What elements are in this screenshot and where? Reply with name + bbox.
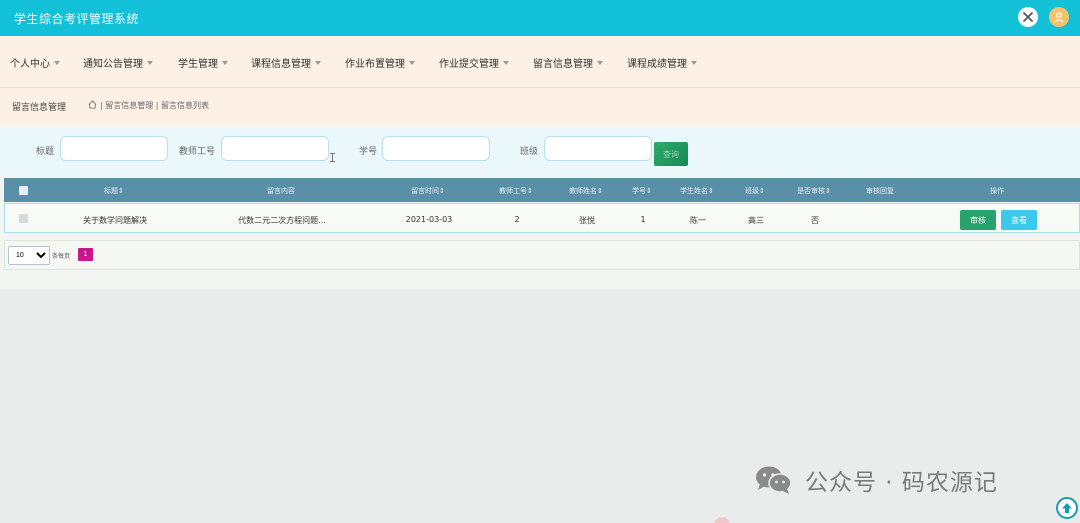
nav-item-notices[interactable]: 通知公告管理 <box>83 55 153 70</box>
class-filter-input[interactable] <box>544 136 652 161</box>
chevron-down-icon <box>222 60 228 65</box>
user-avatar[interactable] <box>1049 7 1069 27</box>
breadcrumb: 留言信息管理 | 留言信息管理 | 留言信息列表 <box>0 88 1080 126</box>
col-header-teacher-name[interactable]: 教师姓名⇕ <box>569 186 603 196</box>
close-fullscreen-button[interactable] <box>1018 7 1038 27</box>
nav-item-messages[interactable]: 留言信息管理 <box>533 55 603 70</box>
breadcrumb-path[interactable]: | 留言信息管理 | 留言信息列表 <box>100 100 209 111</box>
col-header-reviewed[interactable]: 是否审核⇕ <box>797 186 831 196</box>
message-table: 标题⇕ 留言内容 留言时间⇕ 教师工号⇕ 教师姓名⇕ 学号⇕ 学生姓名⇕ 班级⇕… <box>0 176 1080 289</box>
table-header: 标题⇕ 留言内容 留言时间⇕ 教师工号⇕ 教师姓名⇕ 学号⇕ 学生姓名⇕ 班级⇕… <box>4 178 1080 202</box>
chevron-down-icon <box>597 60 603 65</box>
watermark: 公众号 · 码农源记 <box>755 463 998 497</box>
cell-teacher-name: 张悦 <box>579 216 595 225</box>
nav-item-profile[interactable]: 个人中心 <box>10 55 60 70</box>
nav-item-courses[interactable]: 课程信息管理 <box>251 55 321 70</box>
col-header-title[interactable]: 标题⇕ <box>104 186 124 196</box>
home-icon[interactable] <box>88 100 97 109</box>
cell-time: 2021-03-03 <box>405 215 453 224</box>
view-button[interactable]: 查看 <box>1001 210 1037 230</box>
chevron-down-icon <box>147 60 153 65</box>
student-id-filter-label: 学号 <box>359 147 378 157</box>
col-header-student-name[interactable]: 学生姓名⇕ <box>680 186 714 196</box>
cell-teacher-id: 2 <box>514 215 520 224</box>
page-size-select[interactable]: 10 <box>8 246 50 265</box>
review-button[interactable]: 审核 <box>960 210 996 230</box>
search-button[interactable]: 查询 <box>654 142 688 166</box>
close-icon <box>1023 12 1033 22</box>
chevron-down-icon <box>54 60 60 65</box>
cell-reviewed: 否 <box>811 216 819 225</box>
watermark-text: 公众号 · 码农源记 <box>805 470 998 496</box>
wechat-icon <box>756 466 792 494</box>
class-filter-label: 班级 <box>520 147 539 157</box>
cell-student-name: 陈一 <box>690 216 706 225</box>
page-number-current[interactable]: 1 <box>78 248 93 261</box>
col-header-time[interactable]: 留言时间⇕ <box>411 186 445 196</box>
page-title: 留言信息管理 <box>12 103 67 113</box>
col-header-reply: 审核回复 <box>866 187 894 195</box>
back-to-top-button[interactable] <box>1056 497 1078 519</box>
text-cursor <box>330 153 335 162</box>
teacher-id-filter-label: 教师工号 <box>179 147 216 157</box>
cell-student-id: 1 <box>640 215 646 224</box>
nav-item-assignments[interactable]: 作业布置管理 <box>345 55 415 70</box>
row-checkbox[interactable] <box>19 214 28 223</box>
search-filter-bar: 标题 教师工号 学号 班级 查询 <box>0 126 1080 176</box>
student-id-filter-input[interactable] <box>382 136 490 161</box>
cell-title: 关于数学问题解决 <box>83 216 147 225</box>
cell-class: 高三 <box>748 216 764 225</box>
decorative-blob <box>714 517 730 523</box>
nav-item-grades[interactable]: 课程成绩管理 <box>627 55 697 70</box>
nav-item-students[interactable]: 学生管理 <box>178 55 228 70</box>
teacher-id-filter-input[interactable] <box>221 136 329 161</box>
chevron-down-icon <box>691 60 697 65</box>
user-icon <box>1054 12 1064 23</box>
top-bar: 学生综合考评管理系统 <box>0 0 1080 36</box>
col-header-class[interactable]: 班级⇕ <box>745 186 765 196</box>
main-nav: 个人中心 通知公告管理 学生管理 课程信息管理 作业布置管理 作业提交管理 留言… <box>0 36 1080 88</box>
nav-item-submissions[interactable]: 作业提交管理 <box>439 55 509 70</box>
chevron-down-icon <box>503 60 509 65</box>
col-header-teacher-id[interactable]: 教师工号⇕ <box>499 186 533 196</box>
app-title: 学生综合考评管理系统 <box>14 12 140 26</box>
pagination: 10 条每页 1 <box>4 240 1080 270</box>
col-header-student-id[interactable]: 学号⇕ <box>632 186 652 196</box>
col-header-actions: 操作 <box>990 187 1004 195</box>
chevron-down-icon <box>409 60 415 65</box>
col-header-content: 留言内容 <box>267 187 295 195</box>
title-filter-input[interactable] <box>60 136 168 161</box>
page-size-label: 条每页 <box>52 253 71 260</box>
chevron-down-icon <box>315 60 321 65</box>
arrow-up-icon <box>1062 503 1072 513</box>
table-row: 关于数学问题解决 代数二元二次方程问题... 2021-03-03 2 张悦 1… <box>4 203 1080 233</box>
title-filter-label: 标题 <box>36 147 55 157</box>
cell-content: 代数二元二次方程问题... <box>238 216 326 225</box>
select-all-checkbox[interactable] <box>19 186 28 195</box>
